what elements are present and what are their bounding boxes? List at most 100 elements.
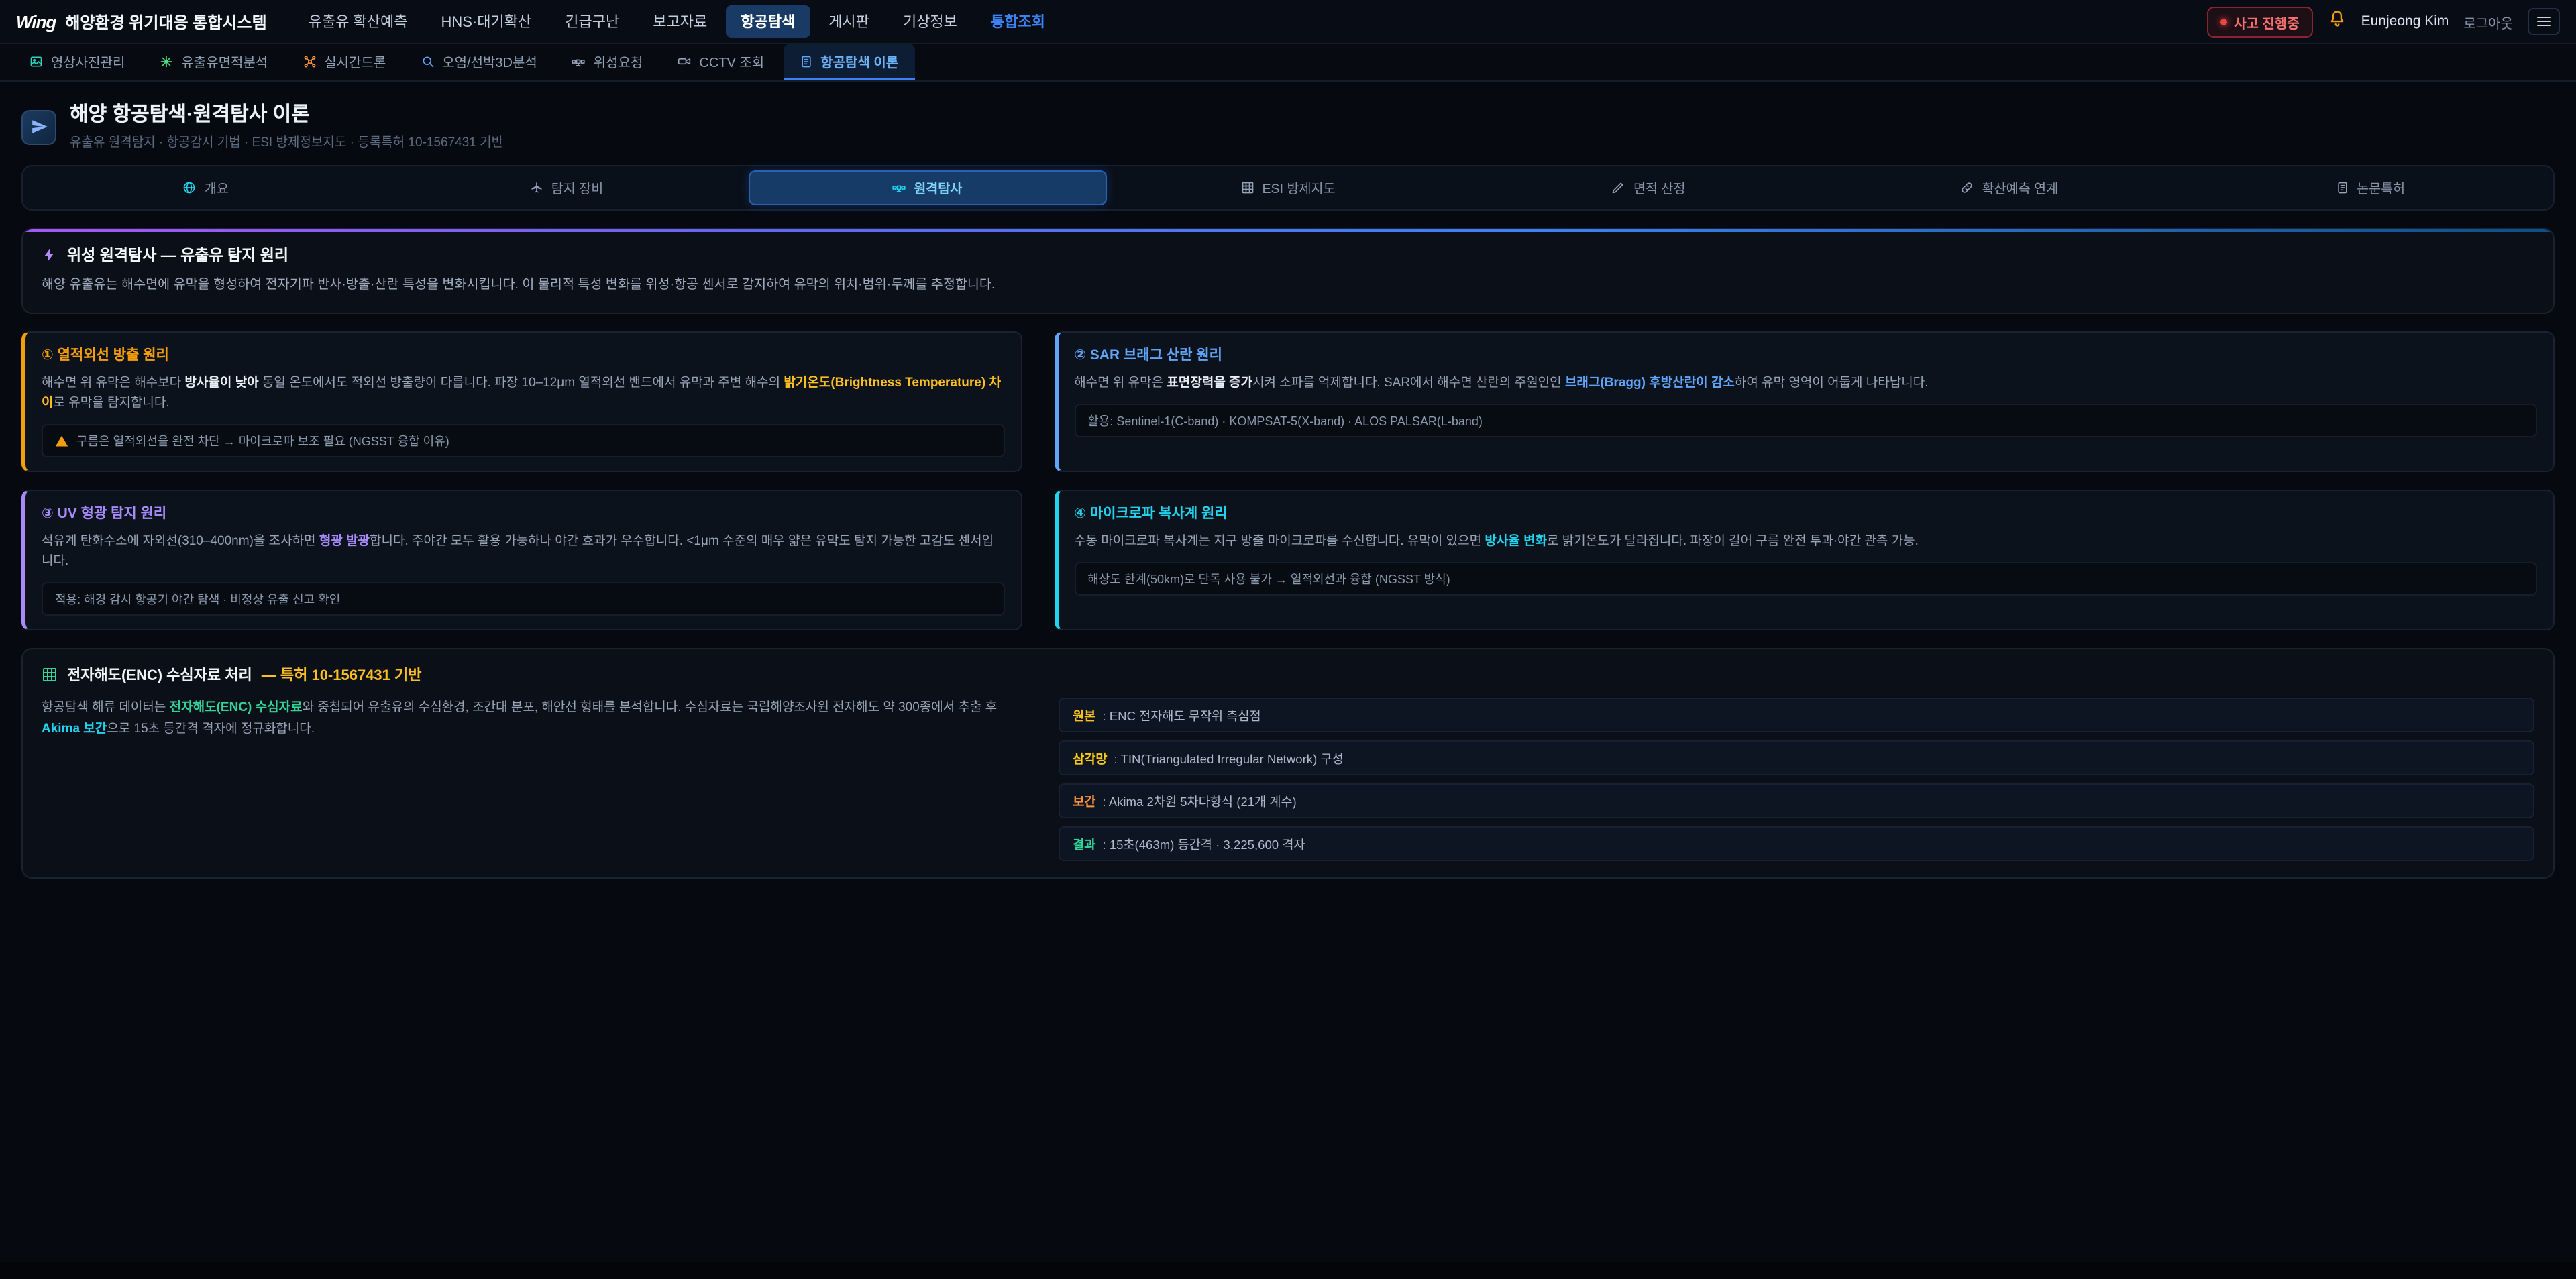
nav-item-aerial-search[interactable]: 항공탐색 xyxy=(726,5,810,38)
card-sar-bragg: ② SAR 브래그 산란 원리 해수면 위 유막은 표면장력을 증가시켜 소파를… xyxy=(1054,331,2555,472)
subnav-item-oil-area-analysis[interactable]: 유출유면적분석 xyxy=(144,44,284,80)
subnav-item-pollution-ship-3d[interactable]: 오염/선박3D분석 xyxy=(405,44,553,80)
card-body: 석유계 탄화수소에 자외선(310–400nm)을 조사하면 형광 발광합니다.… xyxy=(42,531,1004,572)
status-dot-icon xyxy=(2220,18,2227,25)
subnav-item-realtime-drone[interactable]: 실시간드론 xyxy=(286,44,402,80)
nav-item-oil-spread-prediction[interactable]: 유출유 확산예측 xyxy=(294,5,423,38)
bolt-icon xyxy=(42,247,58,263)
card-body: 수동 마이크로파 복사계는 지구 방출 마이크로파를 수신합니다. 유막이 있으… xyxy=(1074,531,2537,551)
tab-overview[interactable]: 개요 xyxy=(27,170,385,205)
tab-label: 개요 xyxy=(205,178,229,197)
nav-item-emergency-rescue[interactable]: 긴급구난 xyxy=(550,5,634,38)
enc-row-tin: 삼각망 : TIN(Triangulated Irregular Network… xyxy=(1058,741,2534,776)
enc-title-main: 전자해도(ENC) 수심자료 처리 xyxy=(67,665,252,686)
photo-icon xyxy=(30,54,43,68)
globe-icon xyxy=(183,181,197,194)
enc-description: 항공탐색 해류 데이터는 전자해도(ENC) 수심자료와 중첩되어 유출유의 수… xyxy=(42,698,1026,862)
incident-status-badge[interactable]: 사고 진행중 xyxy=(2207,6,2313,37)
subnav-item-satellite-request[interactable]: 위성요청 xyxy=(556,44,659,80)
page-header-icon-box xyxy=(21,109,56,144)
plane-icon xyxy=(530,181,543,194)
enc-title-row: 전자해도(ENC) 수심자료 처리 — 특허 10-1567431 기반 xyxy=(42,665,2534,686)
nav-item-hns-air-diffusion[interactable]: HNS·대기확산 xyxy=(427,5,547,38)
enc-row-text: : ENC 전자해도 무작위 측심점 xyxy=(1102,706,1260,725)
enc-row-original: 원본 : ENC 전자해도 무작위 측심점 xyxy=(1058,698,2534,733)
card-uv-fluorescence: ③ UV 형광 탐지 원리 석유계 탄화수소에 자외선(310–400nm)을 … xyxy=(21,490,1022,631)
tab-label: 원격탐사 xyxy=(914,178,962,197)
remote-sensing-principles-section: 위성 원격탐사 — 유출유 탐지 원리 해양 유출유는 해수면에 유막을 형성하… xyxy=(21,228,2555,313)
menu-button[interactable] xyxy=(2528,8,2560,35)
tab-label: 면적 산정 xyxy=(1633,178,1686,197)
card-note: 해상도 한계(50km)로 단독 사용 불가 → 열적외선과 융합 (NGSST… xyxy=(1074,562,2537,596)
tab-detection-equipment[interactable]: 탐지 장비 xyxy=(388,170,746,205)
card-note-text: 구름은 열적외선을 완전 차단 → 마이크로파 보조 필요 (NGSST 융합 … xyxy=(76,432,449,449)
drone-icon xyxy=(303,54,316,68)
card-body: 해수면 위 유막은 해수보다 방사율이 낮아 동일 온도에서도 적외선 방출량이… xyxy=(42,372,1004,413)
app-title: 해양환경 위기대응 통합시스템 xyxy=(65,10,266,33)
enc-row-label: 삼각망 xyxy=(1073,749,1107,768)
tab-papers-patents[interactable]: 논문특허 xyxy=(2191,170,2549,205)
magnifier-icon xyxy=(421,54,434,68)
subnav-item-aerial-search-theory[interactable]: 항공탐색 이론 xyxy=(783,44,914,80)
card-microwave-radiometer: ④ 마이크로파 복사계 원리 수동 마이크로파 복사계는 지구 방출 마이크로파… xyxy=(1054,490,2555,631)
card-note: 적용: 해경 감시 항공기 야간 탐색 · 비정상 유출 신고 확인 xyxy=(42,583,1004,616)
page-title: 해양 항공탐색·원격탐사 이론 xyxy=(70,103,503,127)
nav-item-weather-info[interactable]: 기상정보 xyxy=(888,5,972,38)
section-title-row: 위성 원격탐사 — 유출유 탐지 원리 xyxy=(42,244,2534,266)
warning-icon xyxy=(55,434,68,447)
card-title: ③ UV 형광 탐지 원리 xyxy=(42,503,1004,523)
subnav-label: 유출유면적분석 xyxy=(181,51,268,71)
subnav-label: CCTV 조회 xyxy=(699,51,764,71)
tab-esi-map[interactable]: ESI 방제지도 xyxy=(1109,170,1467,205)
tab-prediction-link[interactable]: 확산예측 연계 xyxy=(1831,170,2189,205)
enc-row-label: 원본 xyxy=(1073,706,1095,725)
theory-tab-bar: 개요 탐지 장비 원격탐사 ESI 방제지도 면적 산정 확산예측 연계 xyxy=(21,165,2555,211)
top-navbar: Wing 해양환경 위기대응 통합시스템 유출유 확산예측 HNS·대기확산 긴… xyxy=(0,0,2576,44)
page-header-text: 해양 항공탐색·원격탐사 이론 유출유 원격탐지 · 항공감시 기법 · ESI… xyxy=(70,103,503,150)
tab-label: ESI 방제지도 xyxy=(1262,178,1335,197)
page-subtitle: 유출유 원격탐지 · 항공감시 기법 · ESI 방제정보지도 · 등록특허 1… xyxy=(70,131,503,150)
tab-area-calculation[interactable]: 면적 산정 xyxy=(1470,170,1828,205)
card-note-text: 해상도 한계(50km)로 단독 사용 불가 → 열적외선과 융합 (NGSST… xyxy=(1087,570,1450,588)
logout-button[interactable]: 로그아웃 xyxy=(2463,11,2513,32)
subnav-label: 실시간드론 xyxy=(324,51,386,71)
card-thermal-infrared: ① 열적외선 방출 원리 해수면 위 유막은 해수보다 방사율이 낮아 동일 온… xyxy=(21,331,1022,472)
app-root: Wing 해양환경 위기대응 통합시스템 유출유 확산예측 HNS·대기확산 긴… xyxy=(0,0,2576,1279)
navbar-right: 사고 진행중 Eunjeong Kim 로그아웃 xyxy=(2207,6,2560,37)
enc-row-text: : Akima 2차원 5차다항식 (21개 계수) xyxy=(1102,792,1296,811)
enc-row-interpolation: 보간 : Akima 2차원 5차다항식 (21개 계수) xyxy=(1058,784,2534,819)
link-icon xyxy=(1961,181,1974,194)
document-icon xyxy=(2335,181,2349,194)
notification-bell-button[interactable] xyxy=(2328,9,2347,34)
nav-item-reports[interactable]: 보고자료 xyxy=(638,5,722,38)
enc-process-rows: 원본 : ENC 전자해도 무작위 측심점 삼각망 : TIN(Triangul… xyxy=(1058,698,2534,862)
card-note-text: 활용: Sentinel-1(C-band) · KOMPSAT-5(X-ban… xyxy=(1087,412,1483,429)
tab-label: 탐지 장비 xyxy=(551,178,604,197)
subnav-label: 영상사진관리 xyxy=(51,51,125,71)
card-body: 해수면 위 유막은 표면장력을 증가시켜 소파를 억제합니다. SAR에서 해수… xyxy=(1074,372,2537,392)
hamburger-icon xyxy=(2536,13,2552,30)
page-header: 해양 항공탐색·원격탐사 이론 유출유 원격탐지 · 항공감시 기법 · ESI… xyxy=(21,103,2555,150)
tab-label: 확산예측 연계 xyxy=(1982,178,2059,197)
tab-remote-sensing[interactable]: 원격탐사 xyxy=(748,170,1106,205)
section-description: 해양 유출유는 해수면에 유막을 형성하여 전자기파 반사·방출·산란 특성을 … xyxy=(42,275,2534,296)
nav-item-integrated-search[interactable]: 통합조회 xyxy=(976,5,1060,38)
paper-plane-icon xyxy=(30,118,48,135)
brand[interactable]: Wing 해양환경 위기대응 통합시스템 xyxy=(16,10,267,33)
subnav-label: 항공탐색 이론 xyxy=(820,51,898,71)
satellite-icon xyxy=(892,181,906,194)
enc-row-label: 결과 xyxy=(1073,835,1095,854)
grid-icon xyxy=(42,667,58,683)
sub-navbar: 영상사진관리 유출유면적분석 실시간드론 오염/선박3D분석 위성요청 CCTV… xyxy=(0,44,2576,82)
nav-item-board[interactable]: 게시판 xyxy=(814,5,884,38)
subnav-item-image-photo-management[interactable]: 영상사진관리 xyxy=(13,44,141,80)
enc-row-text: : 15초(463m) 등간격 · 3,225,600 격자 xyxy=(1102,835,1305,854)
card-title: ① 열적외선 방출 원리 xyxy=(42,344,1004,364)
enc-content-grid: 항공탐색 해류 데이터는 전자해도(ENC) 수심자료와 중첩되어 유출유의 수… xyxy=(42,698,2534,862)
tab-label: 논문특허 xyxy=(2357,178,2405,197)
enc-depth-data-section: 전자해도(ENC) 수심자료 처리 — 특허 10-1567431 기반 항공탐… xyxy=(21,649,2555,879)
card-title: ② SAR 브래그 산란 원리 xyxy=(1074,344,2537,364)
subnav-item-cctv-view[interactable]: CCTV 조회 xyxy=(661,44,780,80)
section-title: 위성 원격탐사 — 유출유 탐지 원리 xyxy=(67,244,288,266)
incident-status-label: 사고 진행중 xyxy=(2234,11,2300,32)
